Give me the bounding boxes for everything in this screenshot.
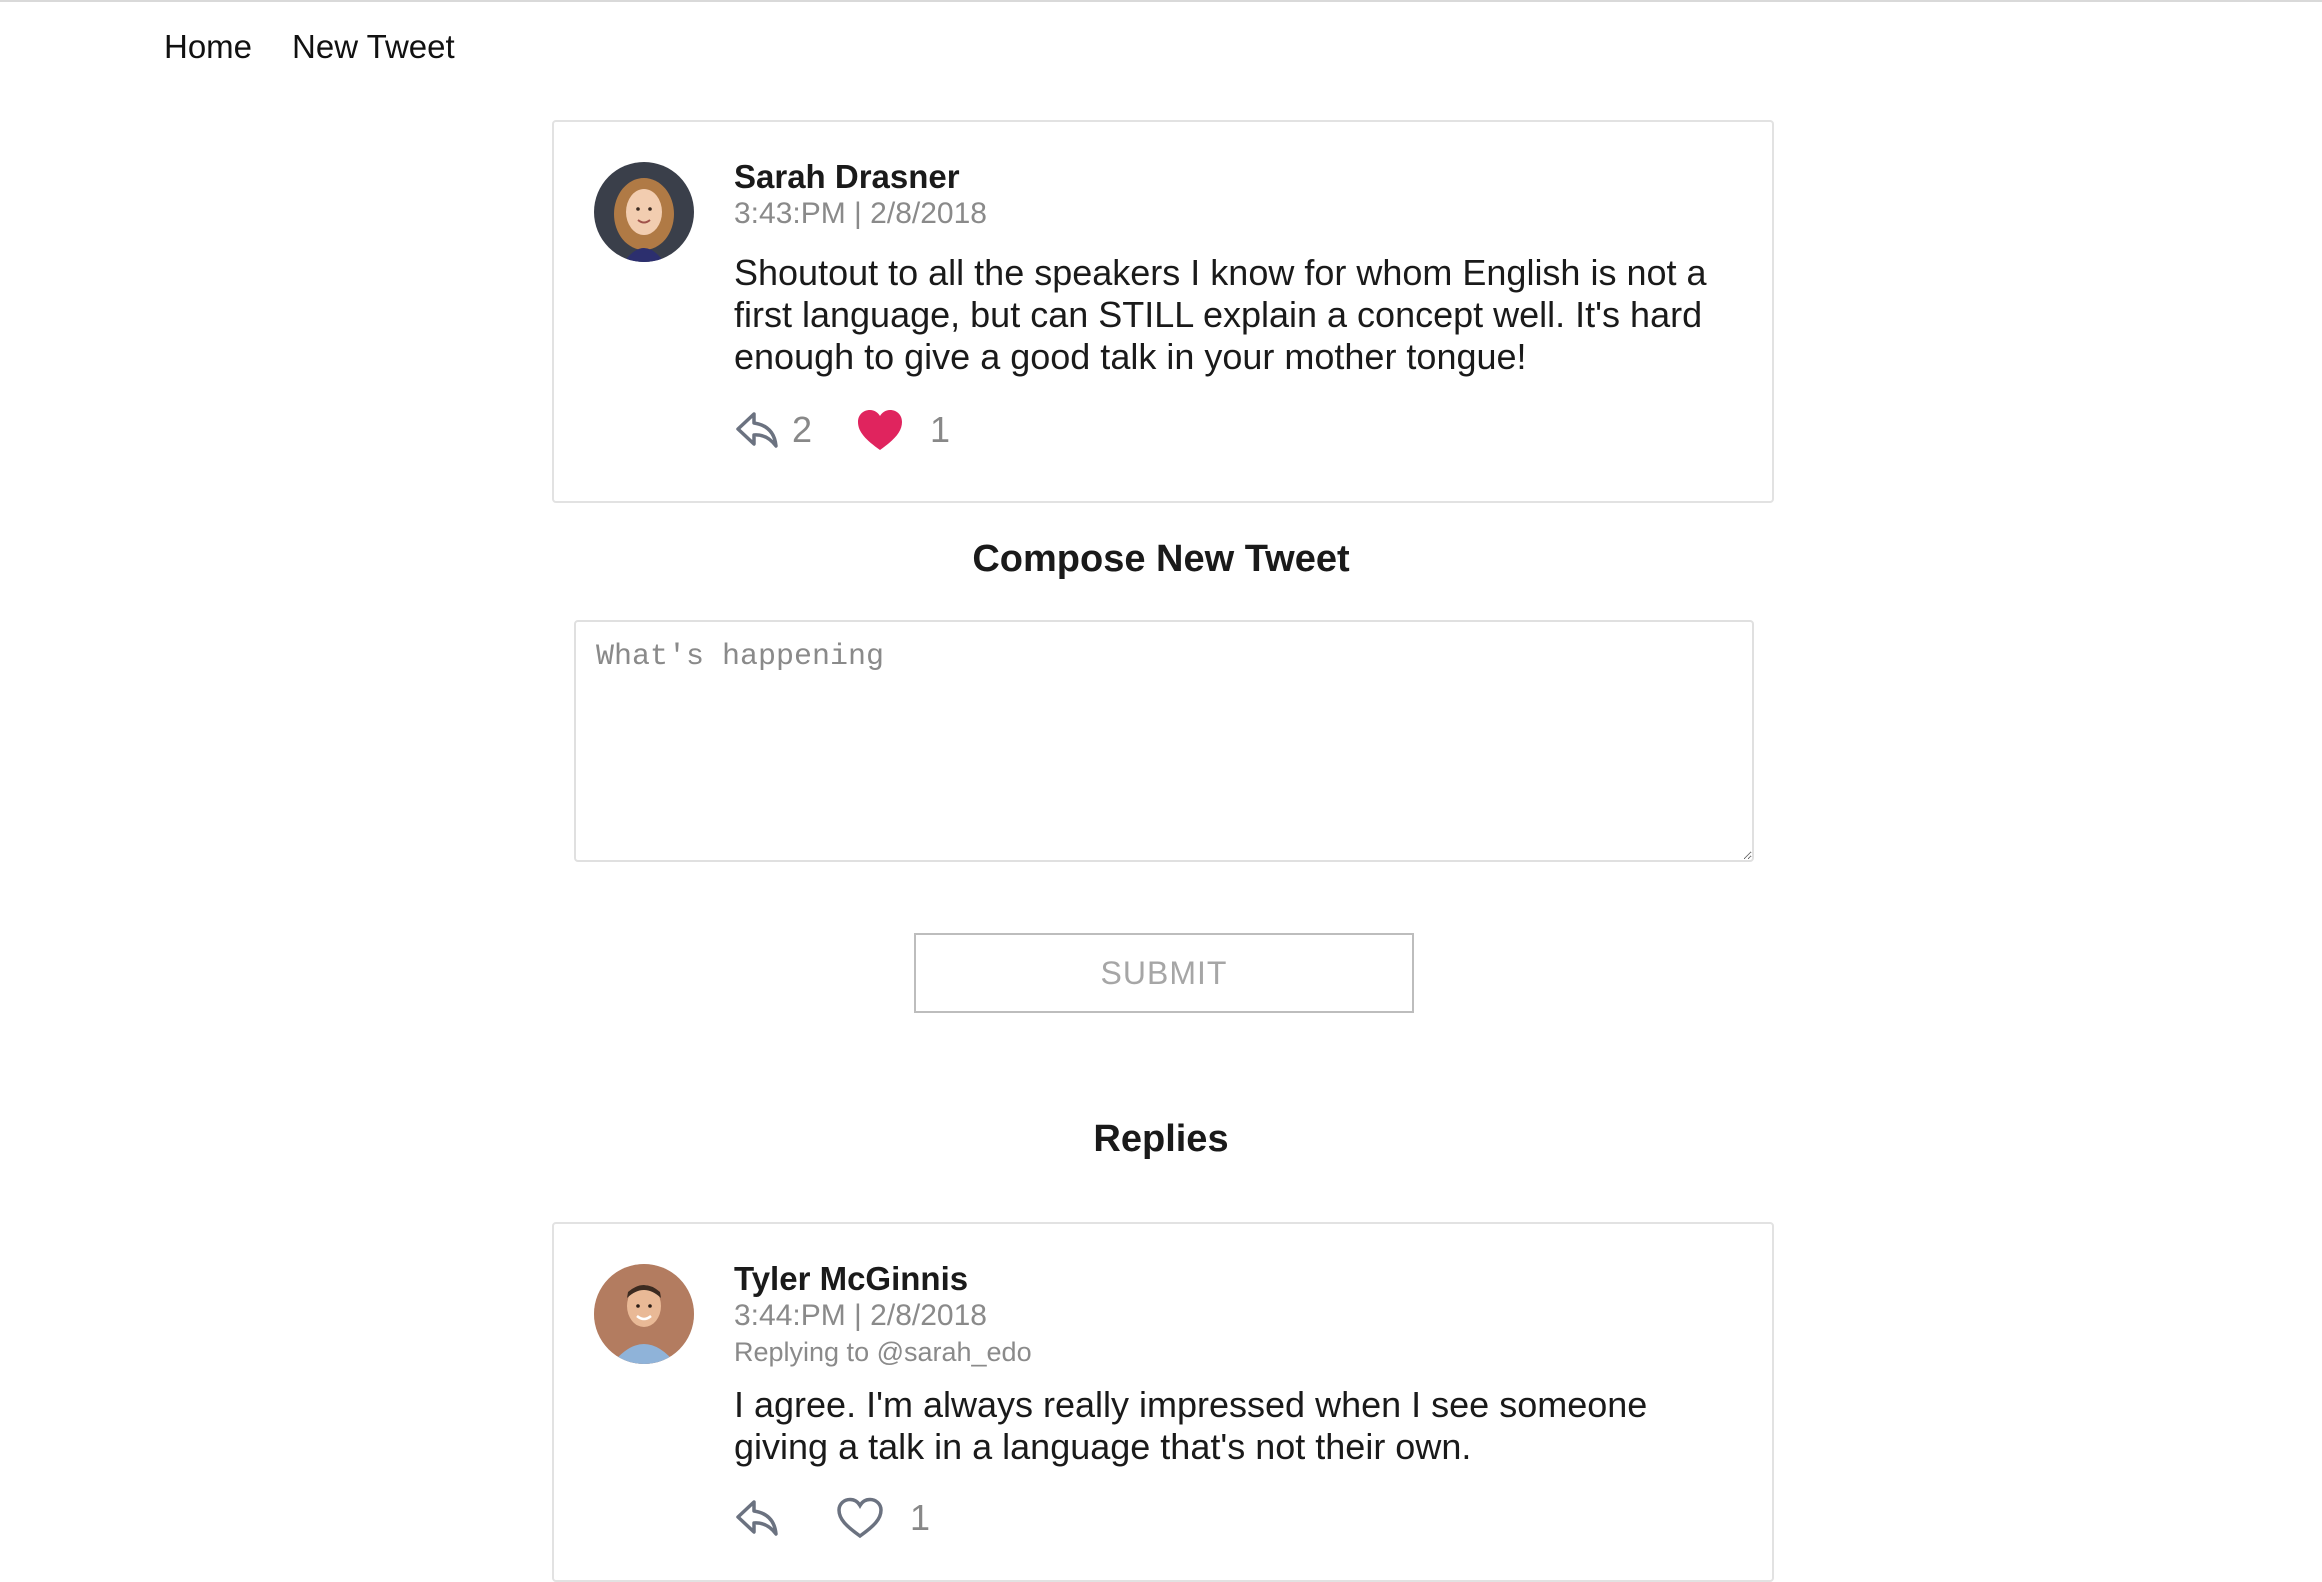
like-button[interactable]: 1 — [836, 1496, 930, 1540]
avatar — [594, 1264, 694, 1364]
avatar — [594, 162, 694, 262]
submit-button[interactable]: SUBMIT — [914, 933, 1414, 1013]
reply-tweet-card[interactable]: Tyler McGinnis 3:44:PM | 2/8/2018 Replyi… — [552, 1222, 1774, 1582]
replying-to: Replying to @sarah_edo — [734, 1337, 1032, 1367]
main-tweet-card: Sarah Drasner 3:43:PM | 2/8/2018 Shoutou… — [552, 120, 1774, 503]
like-button[interactable]: 1 — [856, 408, 950, 452]
reply-icon — [736, 1500, 778, 1536]
sarah-avatar-image — [594, 162, 694, 262]
tweet-text: Shoutout to all the speakers I know for … — [734, 252, 1707, 377]
compose-title: Compose New Tweet — [972, 538, 1350, 580]
reply-icon — [736, 412, 778, 448]
author-name: Sarah Drasner — [734, 158, 960, 195]
tweet-actions: 2 1 — [734, 408, 1732, 452]
nav-home-link[interactable]: Home — [164, 28, 252, 66]
top-nav: Home New Tweet — [164, 28, 455, 66]
like-count: 1 — [930, 409, 951, 450]
nav-new-tweet-link[interactable]: New Tweet — [292, 28, 455, 66]
tweet-content: Tyler McGinnis 3:44:PM | 2/8/2018 Replyi… — [734, 1260, 1732, 1540]
heart-outline-icon — [837, 1497, 883, 1539]
tweet-timestamp: 3:43:PM | 2/8/2018 — [734, 197, 987, 230]
compose-tweet-input[interactable] — [574, 620, 1754, 862]
top-divider — [0, 0, 2322, 2]
tweet-timestamp: 3:44:PM | 2/8/2018 — [734, 1299, 987, 1332]
reply-count: 2 — [792, 409, 813, 450]
reply-button[interactable]: 2 — [734, 409, 812, 451]
replies-title: Replies — [1093, 1118, 1229, 1160]
tweet-text: I agree. I'm always really impressed whe… — [734, 1384, 1648, 1467]
tweet-content: Sarah Drasner 3:43:PM | 2/8/2018 Shoutou… — [734, 158, 1732, 452]
tyler-avatar-image — [594, 1264, 694, 1364]
like-count: 1 — [910, 1497, 931, 1538]
tweet-actions: 1 — [734, 1496, 1732, 1540]
reply-button[interactable] — [734, 1498, 792, 1538]
heart-filled-icon — [858, 410, 903, 450]
author-name: Tyler McGinnis — [734, 1260, 969, 1297]
